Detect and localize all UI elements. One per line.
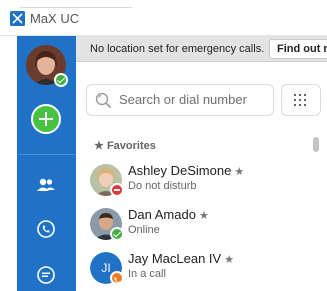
contact-name-row: Jay MacLean IV ★: [128, 251, 234, 266]
favorites-label: Favorites: [106, 140, 156, 152]
chat-icon[interactable]: [35, 264, 57, 286]
online-status-badge: [110, 227, 124, 241]
emergency-location-banner: No location set for emergency calls. Fin…: [76, 36, 327, 62]
star-icon: ★: [94, 140, 104, 152]
title-bar: MaX UC: [0, 0, 327, 36]
favorites-header[interactable]: ★ Favorites: [94, 139, 156, 152]
scrollbar[interactable]: [313, 137, 319, 152]
contact-name: Dan Amado: [128, 207, 196, 222]
contact-name: Jay MacLean IV: [128, 251, 222, 266]
phone-icon: [114, 277, 121, 284]
search-icon: [95, 92, 112, 109]
dialpad-icon: [294, 94, 308, 108]
list-item[interactable]: Ashley DeSimone ★ Do not disturb: [86, 160, 311, 202]
dnd-status-badge: [110, 183, 124, 197]
contact-status: Online: [128, 224, 160, 236]
star-icon: ★: [224, 254, 235, 266]
max-uc-logo-icon: [10, 11, 25, 26]
contact-name-row: Dan Amado ★: [128, 207, 209, 222]
contact-status: Do not disturb: [128, 180, 197, 192]
sidebar: [17, 36, 76, 291]
list-item[interactable]: Dan Amado ★ Online: [86, 204, 311, 246]
app-title: MaX UC: [30, 11, 80, 26]
contact-name: Ashley DeSimone: [128, 163, 232, 178]
find-out-more-button[interactable]: Find out r: [269, 39, 327, 59]
banner-message: No location set for emergency calls.: [90, 43, 265, 55]
contacts-icon[interactable]: [35, 174, 57, 196]
add-button[interactable]: [31, 104, 61, 134]
star-icon: ★: [198, 210, 209, 222]
in-call-status-badge: [110, 271, 124, 285]
sidebar-divider: [17, 154, 76, 155]
dialpad-button[interactable]: [281, 84, 321, 116]
search-box[interactable]: [86, 84, 274, 116]
search-input[interactable]: [119, 92, 269, 107]
user-status-badge: [54, 73, 68, 87]
star-icon: ★: [234, 166, 245, 178]
phone-icon[interactable]: [35, 218, 57, 240]
contact-name-row: Ashley DeSimone ★: [128, 163, 244, 178]
contact-status: In a call: [128, 268, 166, 280]
list-item[interactable]: JI Jay MacLean IV ★ In a call: [86, 248, 311, 290]
title-divider: [20, 7, 132, 8]
